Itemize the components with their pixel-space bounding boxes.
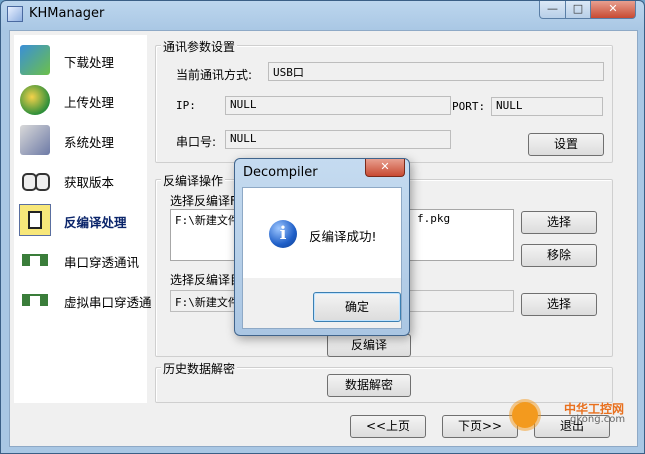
decompiler-dialog: Decompiler ✕ i 反编译成功! 确定 (234, 158, 410, 336)
decompile-dir-label: 选择反编译目 (170, 273, 243, 287)
sidebar-item-label: 上传处理 (64, 95, 115, 110)
next-page-button[interactable]: 下页>> (442, 415, 518, 438)
sidebar-item-serial-pass[interactable]: 串口穿透通讯 (14, 241, 147, 279)
decompile-file-label: 选择反编译F (170, 194, 237, 208)
sidebar: 下载处理 上传处理 系统处理 获取版本 反编译处理 串口穿透通讯 虚拟串口穿透通 (14, 35, 152, 403)
maximize-button[interactable]: □ (565, 1, 591, 19)
serial-field: NULL (225, 130, 451, 149)
history-legend: 历史数据解密 (161, 360, 238, 377)
watermark: 中华工控网 gkong.com (512, 398, 642, 450)
upload-icon (20, 85, 50, 115)
ip-field: NULL (225, 96, 451, 115)
sidebar-item-upload[interactable]: 上传处理 (14, 81, 147, 119)
dialog-close-button[interactable]: ✕ (365, 159, 405, 177)
watermark-url: gkong.com (570, 414, 626, 425)
comm-mode-field: USB口 (268, 62, 604, 81)
remove-file-button[interactable]: 移除 (521, 244, 597, 267)
system-icon (20, 125, 50, 155)
network-icon (20, 285, 50, 315)
network-icon (20, 245, 50, 275)
sidebar-item-label: 反编译处理 (64, 215, 127, 230)
sidebar-item-version[interactable]: 获取版本 (14, 161, 147, 199)
sidebar-item-label: 串口穿透通讯 (64, 255, 140, 270)
select-dir-button[interactable]: 选择 (521, 293, 597, 316)
port-label: PORT: (452, 100, 486, 113)
data-decrypt-button[interactable]: 数据解密 (327, 374, 411, 397)
sidebar-item-label: 下载处理 (64, 55, 115, 70)
dialog-message: 反编译成功! (309, 229, 377, 244)
decompile-file-ext: f.pkg (417, 212, 451, 225)
sidebar-item-virtual-serial[interactable]: 虚拟串口穿透通 (14, 281, 152, 319)
prev-page-button[interactable]: <<上页 (350, 415, 426, 438)
download-icon (20, 45, 50, 75)
dialog-ok-button[interactable]: 确定 (313, 292, 401, 322)
settings-button[interactable]: 设置 (528, 133, 604, 156)
title-bar[interactable]: KHManager — □ ✕ (1, 1, 644, 27)
close-button[interactable]: ✕ (590, 1, 636, 19)
sidebar-item-system[interactable]: 系统处理 (14, 121, 147, 159)
chain-icon (20, 165, 50, 195)
serial-label: 串口号: (176, 135, 217, 149)
comm-mode-label: 当前通讯方式: (176, 68, 253, 82)
dialog-title: Decompiler (243, 165, 318, 180)
ip-label: IP: (176, 99, 196, 112)
decompile-legend: 反编译操作 (161, 172, 226, 189)
sidebar-item-label: 获取版本 (64, 175, 115, 190)
decompile-run-button[interactable]: 反编译 (327, 334, 411, 357)
comm-settings-legend: 通讯参数设置 (161, 38, 238, 55)
sidebar-item-decompile[interactable]: 反编译处理 (14, 201, 147, 239)
window-title: KHManager (29, 6, 105, 21)
decompile-file-path: F:\新建文件 (175, 214, 239, 227)
sidebar-item-download[interactable]: 下载处理 (14, 41, 147, 79)
gear-icon (512, 402, 538, 428)
dialog-body: i 反编译成功! 确定 (242, 187, 402, 329)
app-icon (7, 6, 23, 22)
sidebar-item-label: 系统处理 (64, 135, 115, 150)
decompile-icon (19, 204, 51, 236)
port-field: NULL (491, 97, 603, 116)
minimize-button[interactable]: — (539, 1, 566, 19)
sidebar-item-label: 虚拟串口穿透通 (64, 295, 152, 310)
info-icon: i (269, 220, 297, 248)
select-file-button[interactable]: 选择 (521, 211, 597, 234)
